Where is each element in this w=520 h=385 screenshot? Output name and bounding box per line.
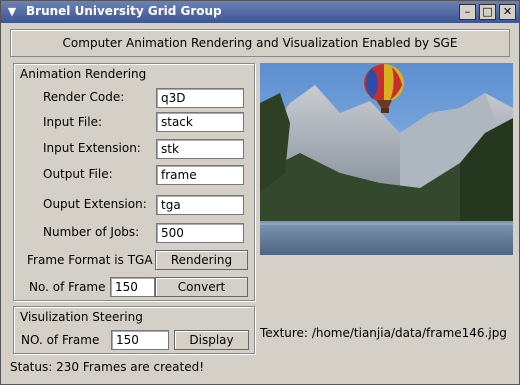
output-file-label: Output File:: [43, 167, 113, 181]
status-bar: Status: 230 Frames are created!: [10, 360, 205, 374]
title-bar[interactable]: ▼ Brunel University Grid Group – □ ✕: [1, 1, 519, 23]
rendering-button[interactable]: Rendering: [155, 250, 248, 270]
rendering-group-title: Animation Rendering: [20, 67, 147, 81]
input-file-field[interactable]: stack: [156, 112, 244, 132]
render-code-field[interactable]: q3D: [156, 88, 244, 108]
window-title: Brunel University Grid Group: [26, 4, 222, 18]
convert-button[interactable]: Convert: [155, 277, 248, 297]
input-extension-field[interactable]: stk: [156, 139, 244, 159]
input-file-label: Input File:: [43, 115, 103, 129]
render-frames-field[interactable]: 150: [110, 277, 155, 297]
visualization-frames-field[interactable]: 150: [111, 330, 169, 350]
app-window: ▼ Brunel University Grid Group – □ ✕ Com…: [0, 0, 520, 385]
output-extension-label: Ouput Extension:: [43, 197, 147, 211]
number-of-jobs-label: Number of Jobs:: [43, 225, 140, 239]
app-header: Computer Animation Rendering and Visuali…: [10, 29, 510, 57]
visualization-frames-label: NO. of Frame: [21, 333, 100, 347]
frame-preview-image: [260, 63, 513, 255]
visualization-group-title: Visulization Steering: [20, 310, 143, 324]
input-extension-label: Input Extension:: [43, 141, 141, 155]
texture-label: Texture:: [260, 326, 308, 340]
number-of-jobs-field[interactable]: 500: [156, 223, 244, 243]
texture-path: Texture: /home/tianjia/data/frame146.jpg: [260, 326, 507, 340]
output-file-field[interactable]: frame: [156, 165, 244, 185]
render-frames-label: No. of Frame: [29, 280, 106, 294]
frame-format-label: Frame Format is TGA: [27, 253, 153, 267]
render-code-label: Render Code:: [43, 90, 125, 104]
minimize-icon[interactable]: –: [459, 4, 476, 20]
chevron-down-icon[interactable]: ▼: [4, 4, 20, 20]
display-button[interactable]: Display: [174, 330, 249, 350]
output-extension-field[interactable]: tga: [156, 195, 244, 215]
close-icon[interactable]: ✕: [499, 4, 516, 20]
maximize-icon[interactable]: □: [479, 4, 496, 20]
texture-file: /home/tianjia/data/frame146.jpg: [311, 326, 507, 340]
